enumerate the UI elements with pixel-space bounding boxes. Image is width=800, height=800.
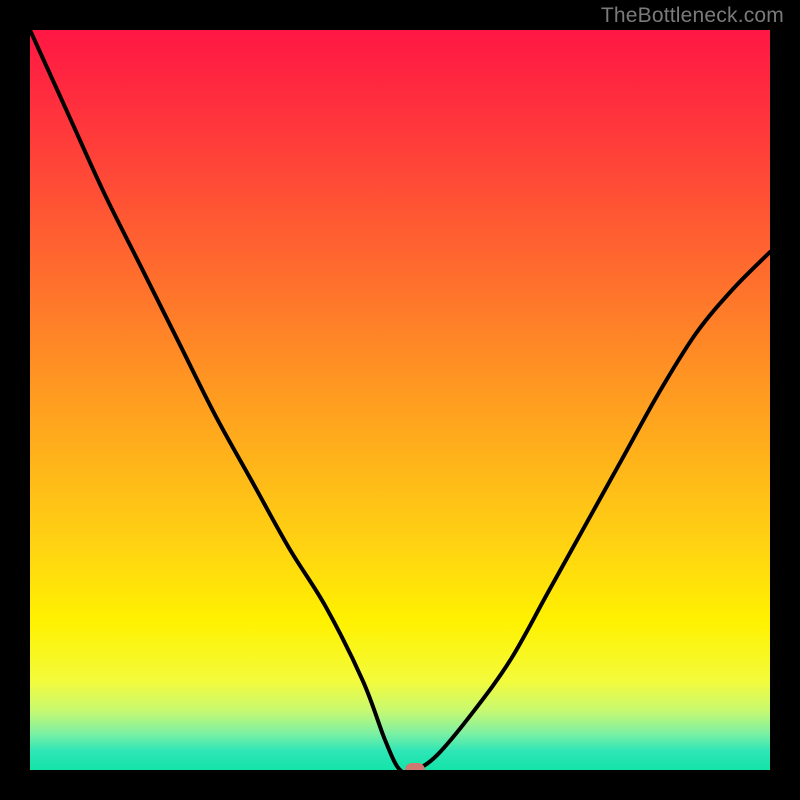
curve-svg [30,30,770,770]
watermark-text: TheBottleneck.com [601,4,784,28]
chart-frame: TheBottleneck.com [0,0,800,800]
plot-area [30,30,770,770]
optimum-marker [405,763,425,770]
bottleneck-curve [30,30,770,770]
